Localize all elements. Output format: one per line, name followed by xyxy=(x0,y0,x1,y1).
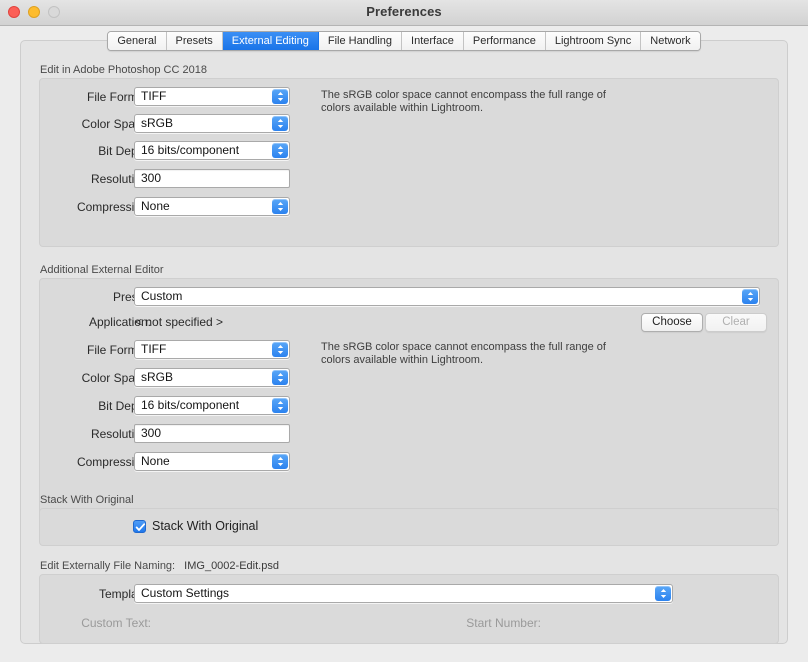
choose-button[interactable]: Choose xyxy=(641,313,703,332)
preferences-tabbar: General Presets External Editing File Ha… xyxy=(0,31,808,51)
ae-file-format-select[interactable]: TIFF xyxy=(134,340,290,359)
preferences-window: Preferences General Presets External Edi… xyxy=(0,0,808,662)
ae-preset-value: Custom xyxy=(141,289,183,303)
ae-bit-depth-select[interactable]: 16 bits/component xyxy=(134,396,290,415)
ae-srgb-help-text: The sRGB color space cannot encompass th… xyxy=(321,341,606,366)
chevron-updown-icon[interactable] xyxy=(272,454,288,469)
start-number-label: Start Number: xyxy=(466,616,541,630)
ps-resolution-input[interactable]: 300 xyxy=(134,169,290,188)
photoshop-section-title: Edit in Adobe Photoshop CC 2018 xyxy=(40,64,207,76)
tab-group: General Presets External Editing File Ha… xyxy=(107,31,701,51)
ps-file-format-select[interactable]: TIFF xyxy=(134,87,290,106)
additional-editor-section-title: Additional External Editor xyxy=(40,264,164,276)
chevron-updown-icon[interactable] xyxy=(655,586,671,601)
ps-bit-depth-select[interactable]: 16 bits/component xyxy=(134,141,290,160)
ps-resolution-value: 300 xyxy=(141,171,162,185)
tab-network[interactable]: Network xyxy=(641,32,700,50)
ps-compression-value: None xyxy=(141,199,170,213)
ae-file-format-value: TIFF xyxy=(141,342,167,356)
window-title: Preferences xyxy=(366,4,442,19)
tab-presets[interactable]: Presets xyxy=(166,32,223,50)
tab-general[interactable]: General xyxy=(108,32,167,50)
chevron-updown-icon[interactable] xyxy=(272,370,288,385)
chevron-updown-icon[interactable] xyxy=(742,289,758,304)
ae-resolution-value: 300 xyxy=(141,426,162,440)
chevron-updown-icon[interactable] xyxy=(272,143,288,158)
ae-preset-select[interactable]: Custom xyxy=(134,287,760,306)
ae-resolution-input[interactable]: 300 xyxy=(134,424,290,443)
chevron-updown-icon[interactable] xyxy=(272,398,288,413)
tab-lightroom-sync[interactable]: Lightroom Sync xyxy=(545,32,642,50)
ps-srgb-help-text: The sRGB color space cannot encompass th… xyxy=(321,89,606,114)
naming-template-value: Custom Settings xyxy=(141,586,230,600)
ae-compression-value: None xyxy=(141,454,170,468)
stack-with-original-label: Stack With Original xyxy=(152,519,259,533)
tab-interface[interactable]: Interface xyxy=(402,32,464,50)
preferences-content: Edit in Adobe Photoshop CC 2018 File For… xyxy=(20,40,788,644)
clear-button: Clear xyxy=(705,313,767,332)
custom-text-label: Custom Text: xyxy=(81,616,151,630)
ps-file-format-value: TIFF xyxy=(141,89,167,103)
ps-color-space-value: sRGB xyxy=(141,116,174,130)
naming-section-title: Edit Externally File Naming: IMG_0002-Ed… xyxy=(40,560,279,572)
tab-external-editing[interactable]: External Editing xyxy=(222,32,319,50)
chevron-updown-icon[interactable] xyxy=(272,116,288,131)
tab-file-handling[interactable]: File Handling xyxy=(318,32,403,50)
ae-bit-depth-value: 16 bits/component xyxy=(141,398,240,412)
ae-application-value: < not specified > xyxy=(135,315,224,329)
checkmark-icon xyxy=(135,522,146,531)
tab-performance[interactable]: Performance xyxy=(463,32,546,50)
title-bar: Preferences xyxy=(0,0,808,26)
naming-template-select[interactable]: Custom Settings xyxy=(134,584,673,603)
chevron-updown-icon[interactable] xyxy=(272,89,288,104)
naming-section-label: Edit Externally File Naming: xyxy=(40,560,176,572)
ae-color-space-value: sRGB xyxy=(141,370,174,384)
ae-compression-select[interactable]: None xyxy=(134,452,290,471)
stack-section-title: Stack With Original xyxy=(40,494,134,506)
ps-bit-depth-value: 16 bits/component xyxy=(141,143,240,157)
ps-color-space-select[interactable]: sRGB xyxy=(134,114,290,133)
naming-example-filename: IMG_0002-Edit.psd xyxy=(184,560,279,572)
ps-compression-select[interactable]: None xyxy=(134,197,290,216)
chevron-updown-icon[interactable] xyxy=(272,342,288,357)
ae-color-space-select[interactable]: sRGB xyxy=(134,368,290,387)
chevron-updown-icon[interactable] xyxy=(272,199,288,214)
stack-with-original-checkbox[interactable] xyxy=(133,519,146,533)
stack-with-original-row[interactable]: Stack With Original xyxy=(133,519,258,533)
